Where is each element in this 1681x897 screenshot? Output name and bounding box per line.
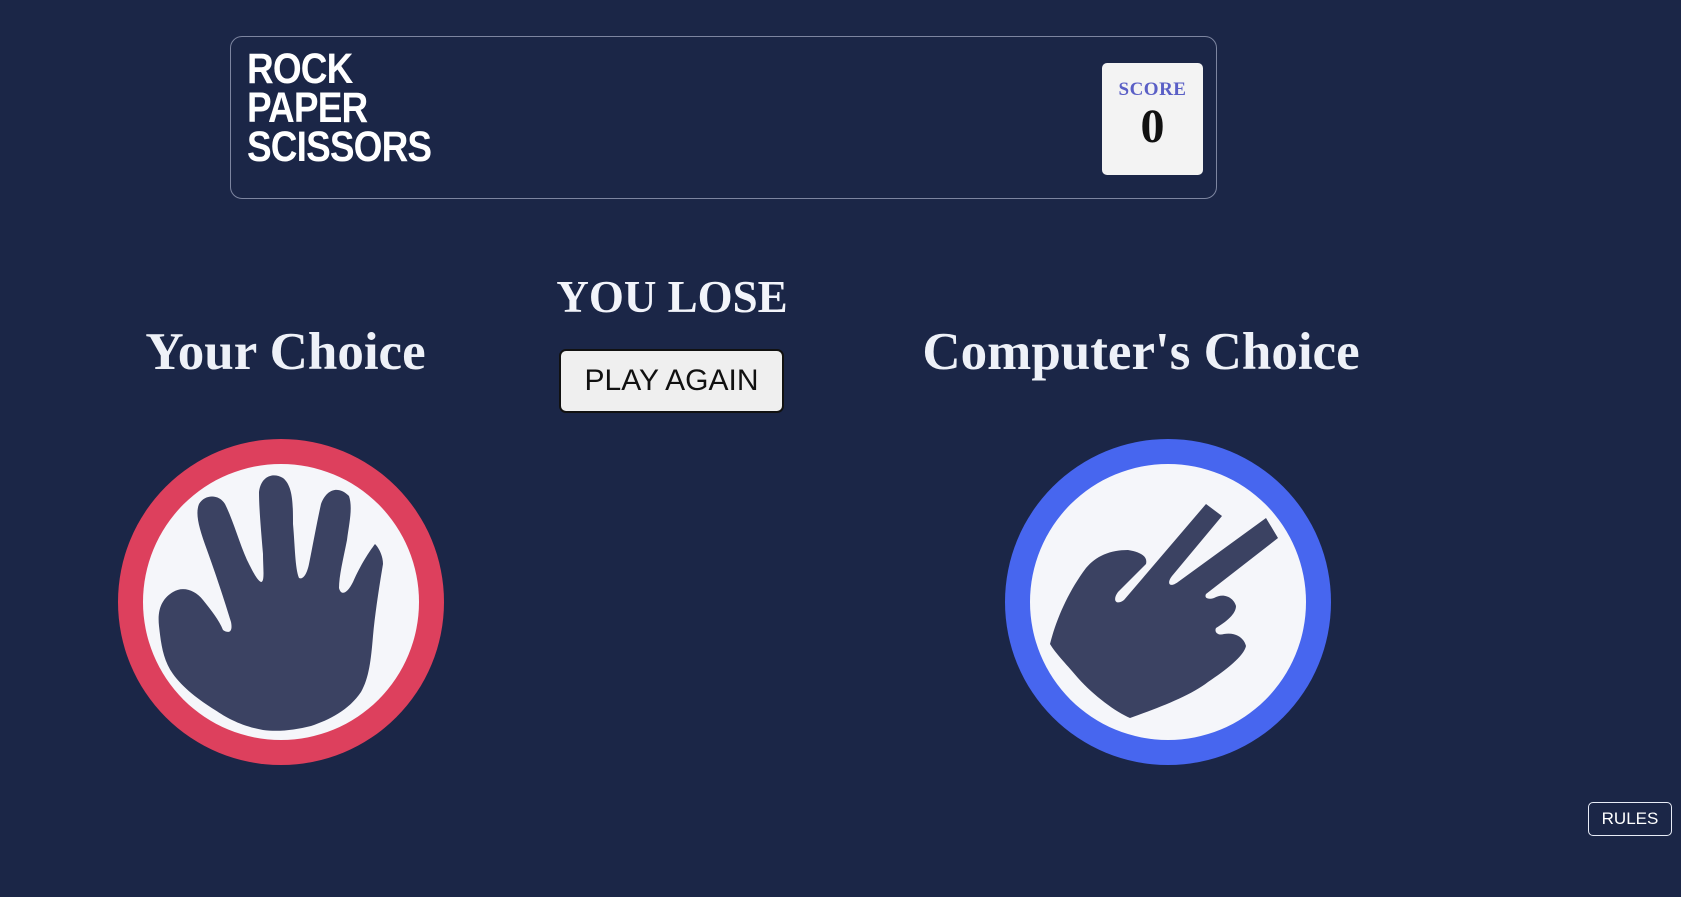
score-card: SCORE 0	[1102, 63, 1203, 175]
game-header: ROCK PAPER SCISSORS SCORE 0	[230, 36, 1217, 199]
play-again-button[interactable]: PLAY AGAIN	[559, 349, 784, 413]
game-logo: ROCK PAPER SCISSORS	[247, 48, 432, 171]
your-choice-title: Your Choice	[145, 323, 426, 381]
your-choice-paper-token	[118, 439, 444, 765]
scissors-hand-icon	[1050, 504, 1278, 718]
paper-hand-icon	[158, 475, 383, 731]
computer-choice-title: Computer's Choice	[922, 323, 1360, 381]
logo-line-scissors: SCISSORS	[247, 123, 432, 171]
rules-button[interactable]: RULES	[1588, 802, 1672, 836]
computer-choice-scissors-token	[1005, 439, 1331, 765]
score-value: 0	[1140, 100, 1165, 153]
result-text: YOU LOSE	[556, 272, 788, 322]
token-inner	[1030, 464, 1306, 740]
score-label: SCORE	[1118, 79, 1187, 100]
token-inner	[143, 464, 419, 740]
